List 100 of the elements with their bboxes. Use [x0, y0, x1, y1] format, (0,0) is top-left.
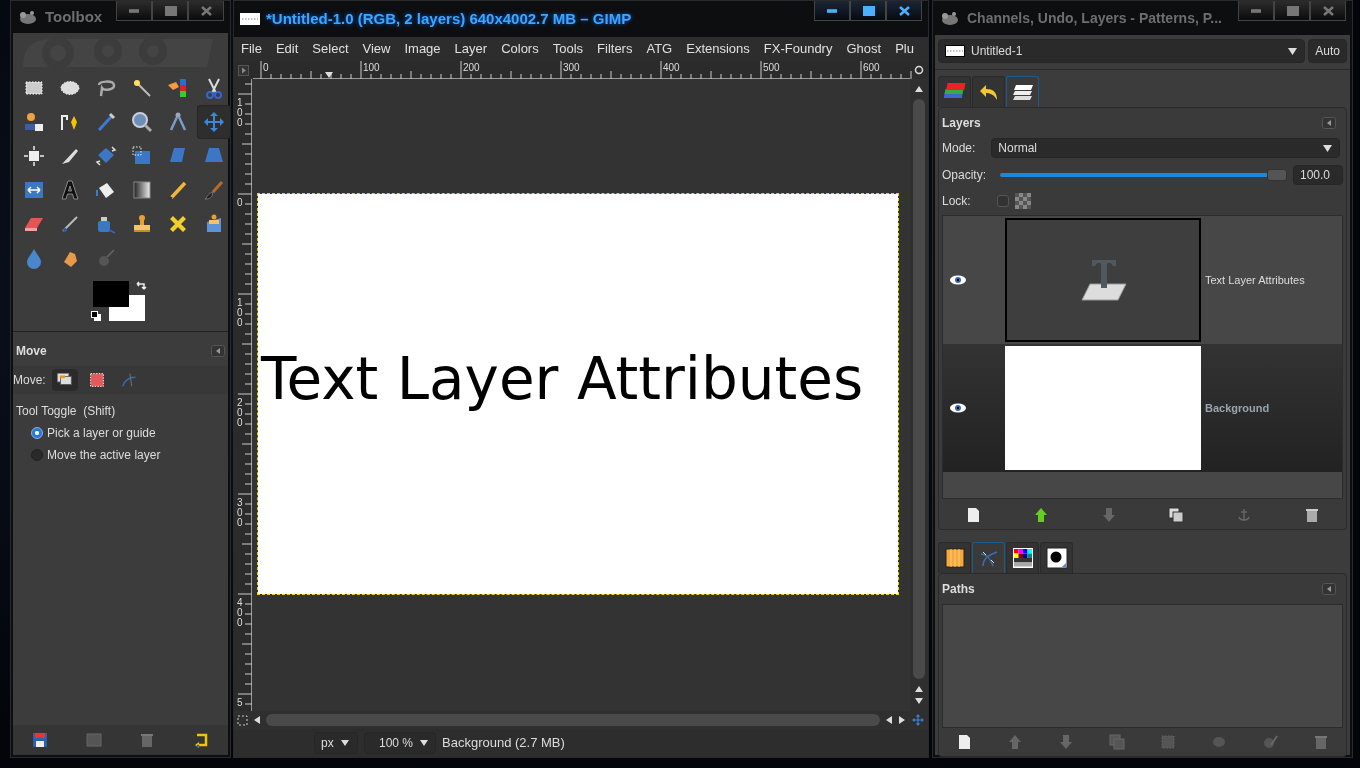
text-layer-icon	[1078, 258, 1128, 302]
minimize-button[interactable]	[116, 1, 152, 21]
caret-icon	[419, 739, 430, 747]
menu-item[interactable]: Select	[305, 39, 356, 59]
arrows-icon[interactable]	[911, 713, 925, 727]
scroll-left-icon[interactable]	[885, 715, 893, 725]
swap-icon[interactable]	[135, 280, 147, 292]
menu-item[interactable]: Tools	[545, 39, 591, 59]
eye-icon[interactable]	[949, 274, 967, 286]
layer-row[interactable]: Text Layer Attributes	[943, 216, 1342, 344]
ruler-label: 400	[237, 598, 243, 628]
unit-dropdown[interactable]: px	[314, 732, 358, 754]
image-thumbnail-icon	[945, 45, 965, 57]
maximize-icon	[162, 4, 178, 17]
layer-name: Text Layer Attributes	[1205, 272, 1305, 288]
maximize-button[interactable]	[152, 1, 188, 21]
maximize-button[interactable]	[850, 1, 886, 21]
ruler-label: 0	[263, 63, 269, 73]
duplicate-icon[interactable]	[1167, 506, 1186, 525]
menu-item[interactable]: Layer	[447, 39, 495, 59]
caret-icon	[339, 739, 350, 747]
text-icon	[58, 178, 82, 202]
pattern-icon	[942, 546, 967, 570]
opacity-spinner[interactable]: 100.0	[1293, 165, 1343, 185]
background-color-swatch[interactable]	[109, 295, 145, 321]
app-icon	[939, 10, 961, 26]
menu-item[interactable]: Plu	[888, 39, 921, 59]
scrollbar-thumb[interactable]	[913, 99, 925, 679]
eye-icon[interactable]	[949, 402, 967, 414]
minimize-icon	[1251, 8, 1261, 13]
zoom-dropdown[interactable]: 100 %	[364, 732, 437, 754]
close-button[interactable]	[188, 1, 224, 21]
menu-item[interactable]: ATG	[639, 39, 680, 59]
maximize-button[interactable]	[1274, 1, 1310, 21]
window-title: *Untitled-1.0 (RGB, 2 layers) 640x4002.7 MB – GIMP	[266, 8, 632, 29]
panel-tab[interactable]	[938, 542, 971, 573]
ruler-label: 5	[237, 698, 243, 708]
menu-item[interactable]: FX-Foundry	[756, 39, 840, 59]
panel-tab[interactable]	[1006, 542, 1039, 573]
default-colors-icon[interactable]	[91, 311, 102, 322]
layer-name: Background	[1205, 400, 1270, 416]
rotate-icon	[94, 144, 118, 168]
lock-checkbox[interactable]	[996, 195, 1009, 207]
mode-dropdown[interactable]: Normal	[991, 138, 1340, 158]
save-icon[interactable]	[30, 731, 49, 749]
ruler-label: 500	[763, 63, 780, 73]
gradient-icon	[130, 178, 154, 202]
minimize-icon	[827, 8, 837, 13]
panel-tab[interactable]	[972, 76, 1005, 107]
field-label: Lock:	[942, 193, 971, 210]
foreground-color-swatch[interactable]	[93, 281, 129, 307]
panel-tab[interactable]	[1040, 542, 1073, 573]
scroll-up-icon[interactable]	[914, 85, 924, 93]
menu-item[interactable]: File	[234, 39, 269, 59]
palette-icon	[1010, 546, 1035, 570]
scroll-down-icon[interactable]	[914, 697, 924, 705]
caret-icon	[1287, 46, 1299, 56]
auto-button[interactable]: Auto	[1308, 39, 1347, 63]
ruler-label: 300	[563, 63, 580, 73]
menu-icon[interactable]	[1322, 117, 1336, 129]
window-title: Channels, Undo, Layers - Patterns, P...	[967, 8, 1222, 28]
menu-item[interactable]: Extensions	[679, 39, 757, 59]
square-arrows-icon	[22, 144, 46, 168]
brush-icon	[202, 178, 226, 202]
ruler-label: 100	[363, 63, 380, 73]
panel-tab[interactable]	[1006, 76, 1039, 107]
quick-mask-icon[interactable]	[237, 714, 248, 726]
checkerboard-icon[interactable]	[1014, 193, 1031, 209]
minimize-icon	[129, 8, 139, 13]
maximize-icon	[860, 4, 876, 17]
menu-icon[interactable]	[1322, 583, 1336, 595]
arrows-icon	[202, 110, 226, 134]
layer-row[interactable]: Background	[943, 344, 1342, 472]
opacity-slider[interactable]	[1000, 168, 1287, 182]
menu-item[interactable]: Filters	[590, 39, 640, 59]
radio-option[interactable]: Pick a layer or guide	[13, 422, 228, 444]
person-icon	[22, 110, 46, 134]
scroll-left-icon[interactable]	[253, 715, 261, 725]
close-button[interactable]	[1310, 1, 1346, 21]
radio-option[interactable]: Move the active layer	[13, 444, 228, 466]
scroll-right-icon[interactable]	[898, 715, 906, 725]
image-dropdown[interactable]: Untitled-1	[938, 39, 1306, 63]
menu-item[interactable]: View	[355, 39, 398, 59]
scroll-up-icon[interactable]	[914, 685, 924, 693]
menu-item[interactable]: Image	[397, 39, 448, 59]
zoom-icon[interactable]	[913, 64, 925, 76]
close-button[interactable]	[886, 1, 922, 21]
minimize-button[interactable]	[814, 1, 850, 21]
menu-icon[interactable]	[211, 345, 225, 357]
mode-button[interactable]	[51, 369, 78, 391]
image-thumbnail-icon	[240, 13, 260, 25]
window-title: Toolbox	[45, 6, 103, 27]
ruler-label: 200	[463, 63, 480, 73]
scrollbar-thumb[interactable]	[266, 714, 880, 726]
menu-item[interactable]: Colors	[494, 39, 546, 59]
ruler-label: 200	[237, 398, 243, 428]
menu-item[interactable]: Edit	[268, 39, 306, 59]
minimize-button[interactable]	[1238, 1, 1274, 21]
menu-item[interactable]: Ghost	[839, 39, 889, 59]
status-text: Background (2.7 MB)	[442, 734, 565, 753]
